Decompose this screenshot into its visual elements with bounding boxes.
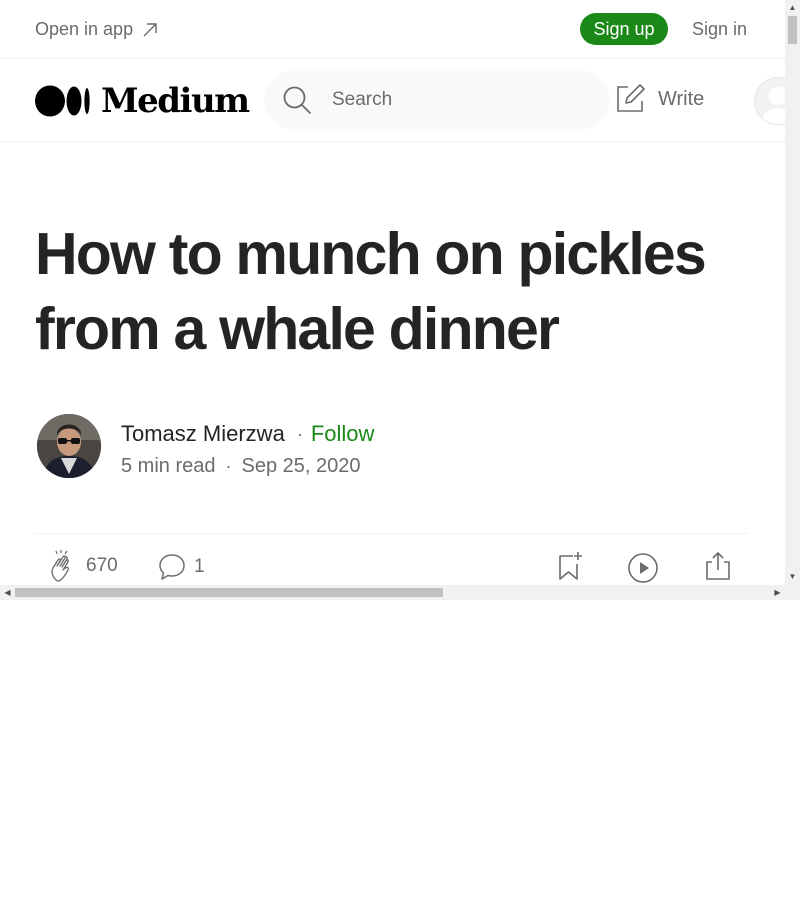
medium-logo[interactable]: Medium [35,81,250,121]
medium-logo-icon [35,85,90,117]
listen-button[interactable] [627,552,659,584]
medium-logo-text: Medium [101,81,250,121]
sign-in-link[interactable]: Sign in [692,19,747,40]
article-actions-bar: 670 1 [35,548,748,588]
divider [35,533,748,534]
response-count: 1 [194,556,205,577]
article-title: How to munch on pickles from a whale din… [35,221,707,362]
separator-dot: · [296,423,303,444]
share-icon [706,552,730,580]
separator-dot: · [225,456,232,476]
follow-button[interactable]: Follow [311,421,375,447]
scroll-left-arrow-icon[interactable]: ◀ [0,585,15,600]
sign-up-button[interactable]: Sign up [580,13,668,45]
scroll-right-arrow-icon[interactable]: ▶ [770,585,785,600]
author-line: Tomasz Mierzwa · Follow [121,421,374,447]
vertical-scroll-thumb[interactable] [788,16,797,44]
main-navbar: Medium Write [0,59,800,142]
open-in-app-label: Open in app [35,19,134,39]
author-photo-icon [37,414,101,478]
search-input[interactable] [330,88,584,112]
horizontal-scroll-thumb[interactable] [15,588,443,597]
vertical-scrollbar[interactable]: ▲ ▼ [785,0,800,585]
top-bar: Open in app Sign up Sign in [0,0,785,59]
share-button[interactable] [704,551,732,581]
search-icon [283,86,311,114]
sign-up-label: Sign up [593,18,655,39]
article-meta: 5 min read · Sep 25, 2020 [121,455,361,478]
read-time: 5 min read [121,455,216,477]
play-icon [628,553,658,583]
clap-icon [51,550,69,582]
write-icon [617,84,645,112]
comment-icon [159,554,185,580]
write-label: Write [658,87,705,110]
responses-button[interactable]: 1 [158,553,205,581]
bookmark-add-icon [559,552,582,580]
author-avatar[interactable] [37,414,101,478]
sign-in-label: Sign in [692,19,748,39]
page-viewport: Open in app Sign up Sign in Medium Searc… [0,0,800,600]
clap-button[interactable]: 670 [48,550,118,582]
publish-date: Sep 25, 2020 [241,455,361,477]
write-button[interactable]: Write [614,83,704,115]
arrow-up-right-icon [143,22,157,36]
horizontal-scrollbar[interactable]: ◀ ▶ [0,585,785,600]
scroll-down-arrow-icon[interactable]: ▼ [785,571,800,583]
scrollbar-corner [785,585,800,600]
clap-count: 670 [86,555,118,576]
open-in-app-link[interactable]: Open in app [35,19,159,40]
save-button[interactable] [556,551,584,581]
scroll-up-arrow-icon[interactable]: ▲ [785,2,800,14]
search-bar[interactable] [264,71,610,129]
author-name[interactable]: Tomasz Mierzwa [121,421,285,447]
